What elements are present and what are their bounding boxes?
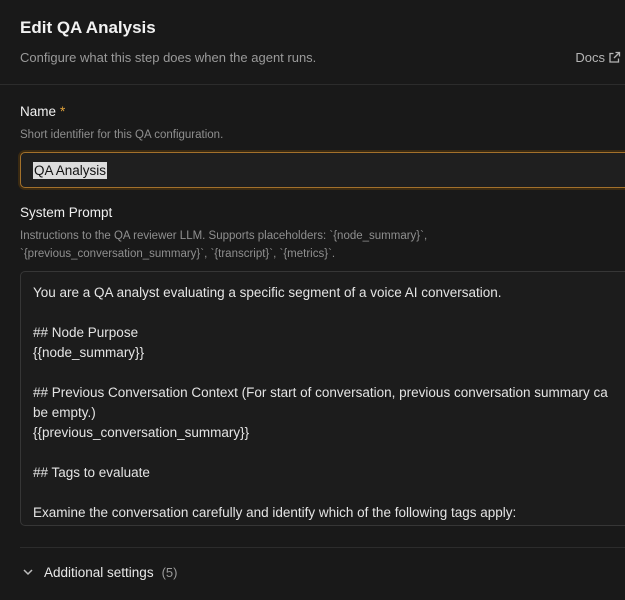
system-prompt-help: Instructions to the QA reviewer LLM. Sup… bbox=[20, 227, 427, 263]
header: Edit QA Analysis Configure what this ste… bbox=[20, 0, 625, 84]
system-prompt-label: System Prompt bbox=[20, 205, 113, 220]
prompt-line bbox=[33, 483, 625, 503]
name-help: Short identifier for this QA configurati… bbox=[20, 129, 224, 141]
page-title: Edit QA Analysis bbox=[20, 18, 156, 37]
additional-settings-count: (5) bbox=[161, 564, 178, 580]
system-prompt-textarea[interactable]: You are a QA analyst evaluating a specif… bbox=[20, 271, 625, 526]
prompt-line: You are a QA analyst evaluating a specif… bbox=[33, 285, 502, 300]
name-input[interactable]: QA Analysis bbox=[20, 152, 625, 188]
prompt-line: ## Tags to evaluate bbox=[33, 465, 150, 480]
prompt-line: ## Previous Conversation Context (For st… bbox=[33, 385, 608, 400]
prompt-line: ## Node Purpose bbox=[33, 325, 139, 340]
header-divider bbox=[0, 84, 625, 85]
name-input-value: QA Analysis bbox=[33, 161, 108, 179]
prompt-line bbox=[33, 363, 625, 383]
page-subtitle: Configure what this step does when the a… bbox=[20, 50, 317, 65]
docs-link[interactable]: Docs bbox=[575, 50, 621, 65]
prompt-line bbox=[33, 303, 625, 323]
prompt-line: {{node_summary}} bbox=[33, 345, 145, 360]
chevron-down-icon bbox=[23, 569, 33, 576]
prompt-line bbox=[33, 443, 625, 463]
external-link-icon bbox=[609, 51, 621, 63]
prompt-line: be empty.) bbox=[33, 405, 96, 420]
docs-label: Docs bbox=[575, 50, 605, 65]
section-divider bbox=[20, 547, 625, 548]
prompt-line: {{previous_conversation_summary}} bbox=[33, 425, 250, 440]
name-label: Name * bbox=[20, 104, 65, 119]
prompt-line: Examine the conversation carefully and i… bbox=[33, 505, 517, 520]
name-label-text: Name bbox=[20, 104, 57, 119]
additional-settings-toggle[interactable]: Additional settings (5) bbox=[20, 564, 177, 580]
required-marker: * bbox=[60, 104, 66, 119]
system-prompt-help-line1: Instructions to the QA reviewer LLM. Sup… bbox=[20, 230, 428, 242]
system-prompt-help-line2: `{previous_conversation_summary}`, `{tra… bbox=[20, 248, 336, 260]
additional-settings-label: Additional settings bbox=[44, 564, 154, 580]
